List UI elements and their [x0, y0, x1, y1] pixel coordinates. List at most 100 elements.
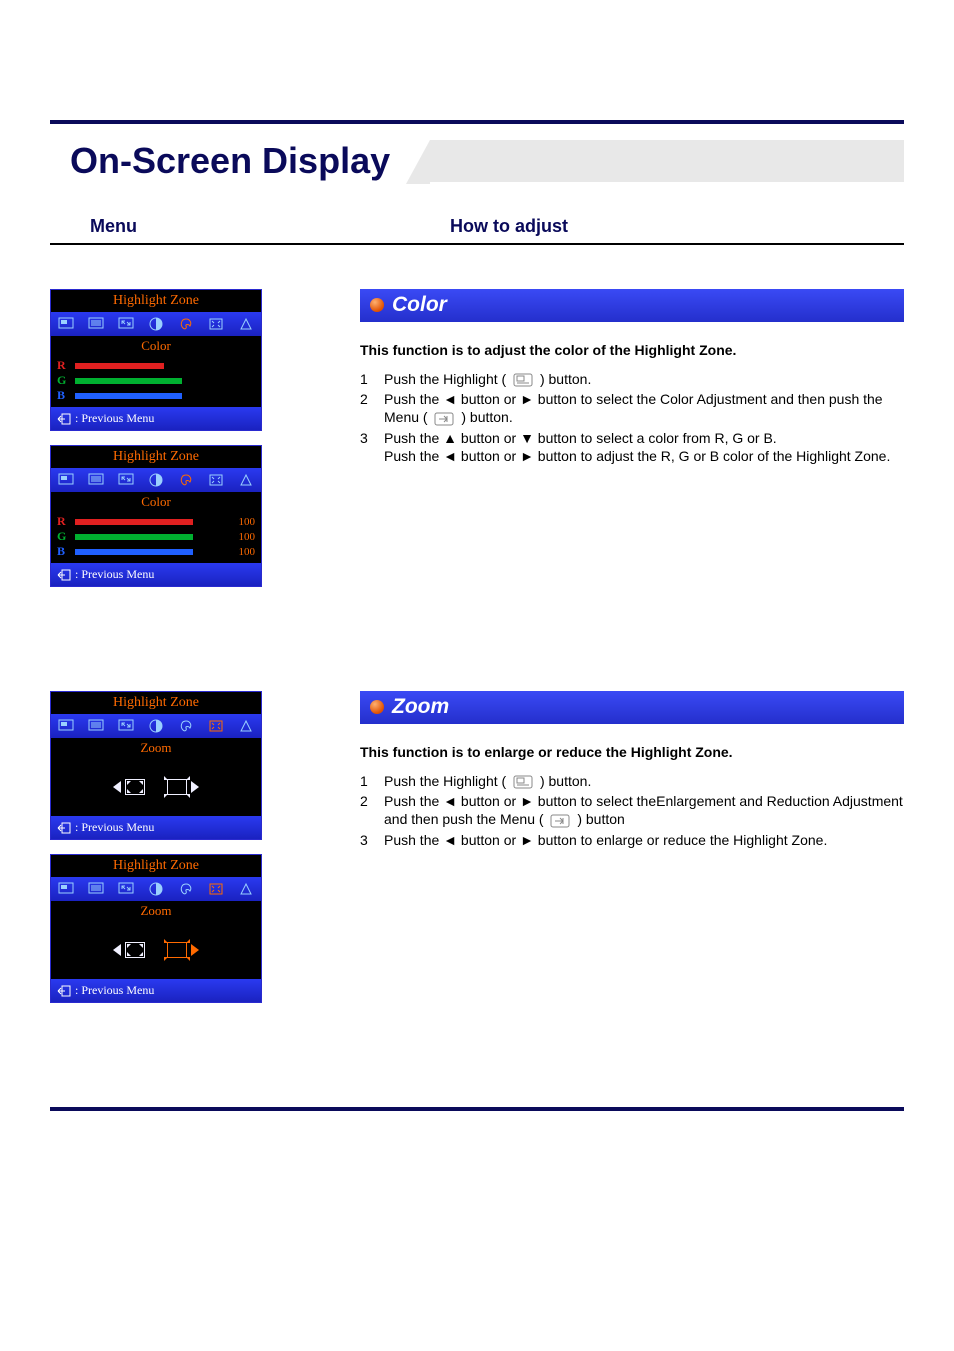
zoom-out-control: [113, 779, 145, 795]
highlight-button-icon: [513, 373, 533, 387]
step-text: Push the ◄ button or ► button to select …: [384, 792, 904, 828]
osd-title: Highlight Zone: [51, 855, 261, 877]
zoom-out-icon: [125, 942, 145, 958]
left-arrow-icon: ◄: [443, 448, 457, 464]
osd-icon-row: [51, 312, 261, 336]
right-arrow-icon: ►: [520, 391, 534, 407]
osd-contrast-icon: [147, 471, 165, 489]
section-heading: Color: [392, 293, 447, 317]
osd-screen-icon: [57, 717, 75, 735]
osd-list-icon: [87, 471, 105, 489]
osd-sharp-icon: [237, 717, 255, 735]
osd-resize-icon: [117, 471, 135, 489]
left-arrow-icon: ◄: [443, 793, 457, 809]
osd-title: Highlight Zone: [51, 692, 261, 714]
g-value: 100: [227, 531, 255, 543]
exit-icon: [57, 822, 71, 834]
b-label: B: [57, 388, 71, 403]
step-text: Push the ▲ button or ▼ button to select …: [384, 429, 890, 465]
step-number: 1: [360, 370, 384, 388]
exit-icon: [57, 569, 71, 581]
osd-resize-icon: [117, 315, 135, 333]
osd-screen-icon: [57, 471, 75, 489]
subhead: Menu How to adjust: [50, 216, 904, 245]
b-bar: [75, 393, 223, 399]
r-bar: [75, 519, 223, 525]
step-number: 1: [360, 772, 384, 790]
step-number: 3: [360, 831, 384, 849]
osd-prev-menu: : Previous Menu: [51, 563, 261, 586]
section-steps: 1 Push the Highlight ( ) button. 2 Push …: [360, 370, 904, 465]
osd-prev-menu: : Previous Menu: [51, 816, 261, 839]
g-label: G: [57, 373, 71, 388]
section-intro: This function is to enlarge or reduce th…: [360, 744, 904, 760]
right-arrow-icon: ►: [520, 448, 534, 464]
exit-icon: [57, 985, 71, 997]
g-bar: [75, 378, 223, 384]
osd-list-icon: [87, 717, 105, 735]
subhead-menu: Menu: [90, 216, 450, 237]
right-arrow-icon: ►: [520, 793, 534, 809]
osd-sublabel: Zoom: [51, 738, 261, 758]
section-heading: Zoom: [392, 695, 449, 719]
b-label: B: [57, 544, 71, 559]
r-bar: [75, 363, 223, 369]
osd-sublabel: Color: [51, 492, 261, 512]
zoom-in-icon: [167, 779, 187, 795]
osd-sharp-icon: [237, 471, 255, 489]
osd-icon-row: [51, 468, 261, 492]
osd-palette-icon: [177, 315, 195, 333]
step-text: Push the Highlight ( ) button.: [384, 370, 591, 388]
osd-palette-icon: [177, 880, 195, 898]
r-label: R: [57, 358, 71, 373]
zoom-in-control: [167, 779, 199, 795]
highlight-button-icon: [513, 775, 533, 789]
osd-zoom-panel-1: Highlight Zone Zoom: [50, 691, 262, 840]
osd-screen-icon: [57, 880, 75, 898]
step-number: 2: [360, 792, 384, 828]
osd-color-panel-2: Highlight Zone Color R100 G100: [50, 445, 262, 587]
right-arrow-icon: ►: [520, 832, 534, 848]
osd-icon-row: [51, 714, 261, 738]
menu-button-icon: [550, 814, 570, 828]
osd-screen-icon: [57, 315, 75, 333]
osd-expand-icon: [207, 717, 225, 735]
osd-zoom-panel-2: Highlight Zone Zoom: [50, 854, 262, 1003]
osd-sublabel: Zoom: [51, 901, 261, 921]
down-arrow-icon: ▼: [520, 430, 534, 446]
osd-contrast-icon: [147, 315, 165, 333]
osd-palette-icon: [177, 717, 195, 735]
osd-color-panel-1: Highlight Zone Color R G B: [50, 289, 262, 431]
step-text: Push the ◄ button or ► button to select …: [384, 390, 904, 426]
osd-expand-icon: [207, 880, 225, 898]
zoom-out-icon: [125, 779, 145, 795]
osd-icon-row: [51, 877, 261, 901]
top-rule: [50, 120, 904, 124]
b-bar: [75, 549, 223, 555]
zoom-in-control: [167, 942, 199, 958]
section-steps: 1 Push the Highlight ( ) button. 2 Push …: [360, 772, 904, 849]
exit-icon: [57, 413, 71, 425]
section-header-zoom: Zoom: [360, 691, 904, 724]
menu-button-icon: [434, 412, 454, 426]
b-value: 100: [227, 546, 255, 558]
osd-expand-icon: [207, 315, 225, 333]
osd-expand-icon: [207, 471, 225, 489]
zoom-out-control: [113, 942, 145, 958]
step-text: Push the ◄ button or ► button to enlarge…: [384, 831, 827, 849]
osd-sharp-icon: [237, 315, 255, 333]
up-arrow-icon: ▲: [443, 430, 457, 446]
osd-prev-menu: : Previous Menu: [51, 407, 261, 430]
bottom-rule: [50, 1107, 904, 1111]
osd-title: Highlight Zone: [51, 290, 261, 312]
step-number: 3: [360, 429, 384, 465]
g-label: G: [57, 529, 71, 544]
osd-title: Highlight Zone: [51, 446, 261, 468]
title-row: On-Screen Display: [50, 140, 904, 182]
step-text: Push the Highlight ( ) button.: [384, 772, 591, 790]
section-intro: This function is to adjust the color of …: [360, 342, 904, 358]
osd-prev-menu: : Previous Menu: [51, 979, 261, 1002]
zoom-in-icon: [167, 942, 187, 958]
left-arrow-icon: ◄: [443, 832, 457, 848]
osd-sublabel: Color: [51, 336, 261, 356]
